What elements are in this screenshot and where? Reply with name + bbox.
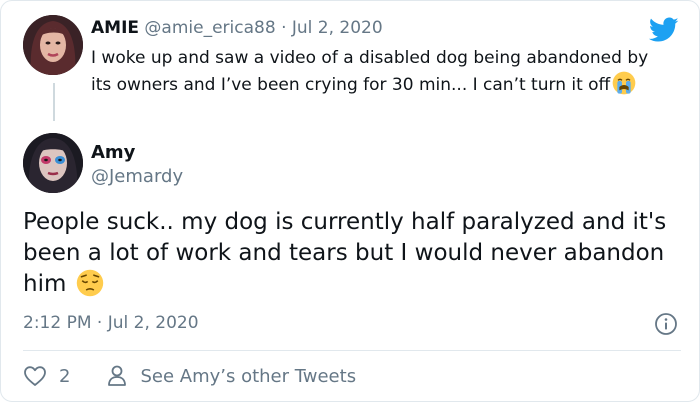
quoted-tweet-date[interactable]: Jul 2, 2020 xyxy=(292,18,383,38)
reply-author-name[interactable]: Amy xyxy=(91,141,135,165)
tweet-actions-bar: 2 See Amy’s other Tweets xyxy=(23,363,356,389)
tweet-timestamp[interactable]: 2:12 PM · Jul 2, 2020 xyxy=(23,311,199,335)
info-icon[interactable] xyxy=(654,312,678,336)
quoted-author-name[interactable]: AMIE xyxy=(91,18,139,38)
thread-connector-line xyxy=(53,83,55,121)
loudly-crying-face-icon xyxy=(612,71,636,95)
avatar-image xyxy=(23,15,83,75)
quoted-tweet-header: AMIE @amie_erica88 · Jul 2, 2020 xyxy=(91,16,383,40)
pensive-face-icon xyxy=(76,269,103,297)
quoted-tweet-body: I woke up and saw a video of a disabled … xyxy=(91,48,649,95)
actions-divider xyxy=(23,350,681,351)
quoted-tweet-text: I woke up and saw a video of a disabled … xyxy=(91,45,671,98)
header-separator: · xyxy=(281,18,287,38)
tweet-body: People suck.. my dog is currently half p… xyxy=(23,209,667,297)
like-button[interactable]: 2 xyxy=(23,364,70,388)
reply-author-handle[interactable]: @Jemardy xyxy=(91,165,183,189)
see-other-tweets-label: See Amy’s other Tweets xyxy=(140,365,357,387)
like-count: 2 xyxy=(59,365,71,387)
quoted-author-avatar[interactable] xyxy=(23,15,83,75)
avatar-image xyxy=(23,133,83,193)
tweet-card: AMIE @amie_erica88 · Jul 2, 2020 I woke … xyxy=(0,0,700,402)
reply-author-avatar[interactable] xyxy=(23,133,83,193)
see-other-tweets-link[interactable]: See Amy’s other Tweets xyxy=(106,364,356,388)
quoted-author-handle[interactable]: @amie_erica88 xyxy=(144,18,275,38)
tweet-text: People suck.. my dog is currently half p… xyxy=(23,207,683,300)
heart-icon xyxy=(24,366,46,386)
person-icon xyxy=(108,365,127,386)
twitter-bird-icon[interactable] xyxy=(649,17,679,43)
